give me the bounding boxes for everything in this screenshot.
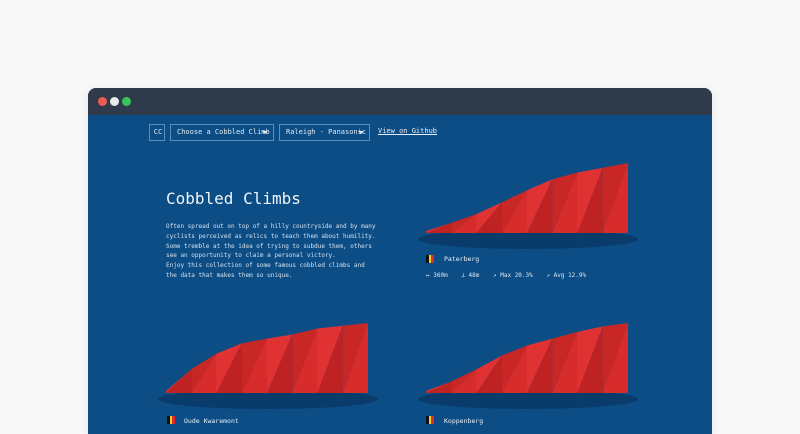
max-gradient-stat: ↗ Max 20.3% — [493, 272, 533, 279]
logo-badge[interactable]: CC — [149, 124, 165, 141]
climb-select[interactable]: Choose a Cobbled Climb — [170, 124, 274, 141]
maximize-window-icon[interactable] — [122, 97, 131, 106]
window-titlebar — [88, 88, 712, 115]
climb-profile-chart[interactable] — [158, 317, 378, 413]
chevron-down-icon — [262, 131, 268, 134]
climb-profile-chart[interactable] — [418, 317, 638, 413]
climb-stats: ↦ 360m ⊥ 48m ↗ Max 20.3% ↗ Avg 12.9% — [426, 272, 596, 279]
page-viewport: CC Choose a Cobbled Climb Raleigh - Pana… — [88, 115, 712, 434]
climb-profile-chart[interactable] — [418, 157, 638, 253]
climb-select-label: Choose a Cobbled Climb — [177, 128, 270, 136]
close-window-icon[interactable] — [98, 97, 107, 106]
trend-up-icon: ↗ — [546, 272, 554, 279]
team-select[interactable]: Raleigh - Panasonic — [279, 124, 370, 141]
github-link[interactable]: View on Github — [378, 124, 437, 141]
distance-value: 360m — [433, 272, 448, 279]
belgian-flag-icon — [426, 416, 435, 424]
browser-window: CC Choose a Cobbled Climb Raleigh - Pana… — [88, 88, 712, 434]
elevation-icon: ⊥ — [461, 272, 469, 279]
avg-gradient-value: Avg 12.9% — [553, 272, 587, 279]
page-title: Cobbled Climbs — [166, 189, 301, 208]
elevation-stat: ⊥ 48m — [461, 272, 479, 279]
team-select-label: Raleigh - Panasonic — [286, 128, 367, 136]
belgian-flag-icon — [167, 416, 176, 424]
distance-stat: ↦ 360m — [426, 272, 448, 279]
climb-name: Paterberg — [444, 255, 480, 263]
intro-paragraph: Often spread out on top of a hilly count… — [166, 223, 376, 260]
climb-name: Oude Kwaremont — [184, 417, 239, 425]
belgian-flag-icon — [426, 255, 435, 263]
minimize-window-icon[interactable] — [110, 97, 119, 106]
enjoy-paragraph: Enjoy this collection of some famous cob… — [166, 262, 365, 279]
max-gradient-value: Max 20.3% — [500, 272, 533, 279]
avg-gradient-stat: ↗ Avg 12.9% — [546, 272, 586, 279]
elevation-value: 48m — [468, 272, 480, 279]
chevron-down-icon — [358, 131, 364, 134]
climb-name: Koppenberg — [444, 417, 484, 425]
